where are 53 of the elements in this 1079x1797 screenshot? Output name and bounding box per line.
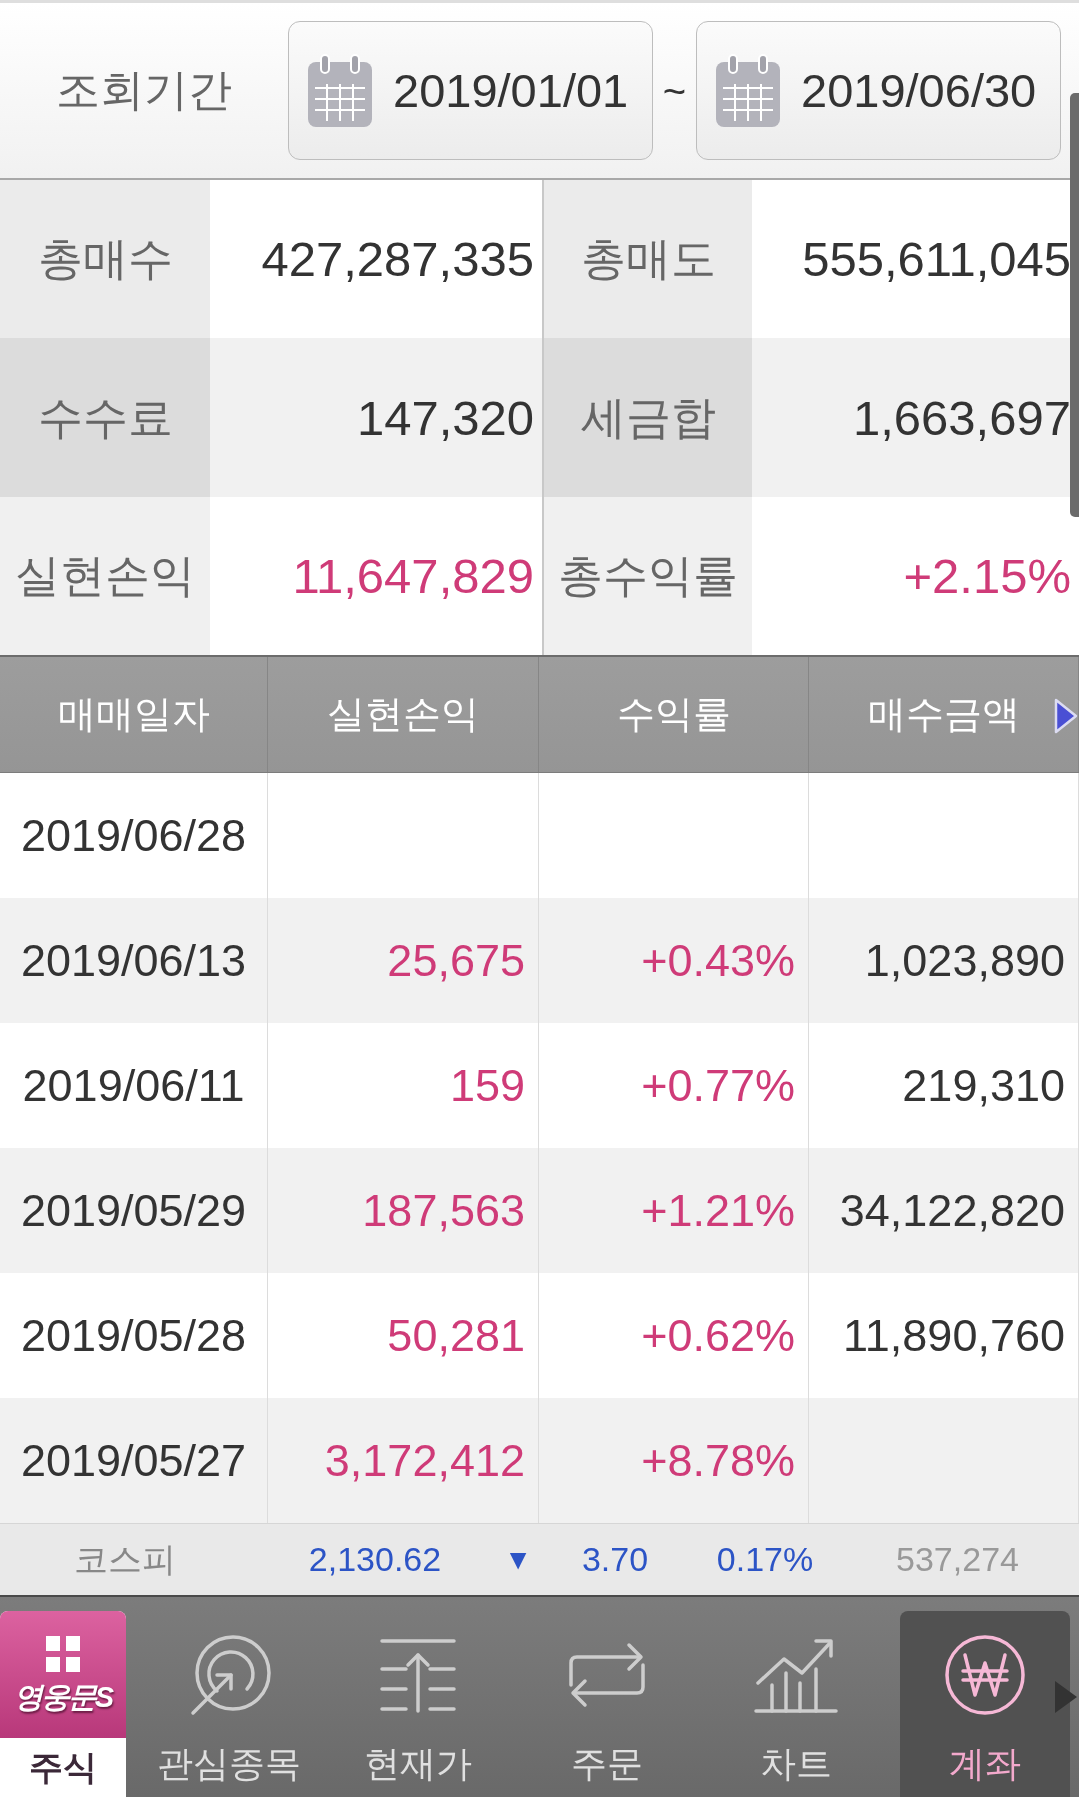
table-cell: +0.62%	[641, 1308, 795, 1363]
table-row[interactable]: 2019/06/13 25,675 +0.43% 1,023,890	[0, 898, 1079, 1023]
grid-icon	[46, 1635, 80, 1672]
summary-label: 세금합	[544, 338, 752, 497]
period-label: 조회기간	[55, 64, 233, 117]
change-direction-arrow: ▼	[503, 1542, 533, 1577]
summary-label: 총매도	[544, 180, 752, 338]
nav-tab[interactable]: 관심종목	[144, 1611, 314, 1797]
table-cell: 1,023,890	[864, 933, 1065, 988]
nav-tab[interactable]: 현재가	[333, 1611, 503, 1797]
start-date-button[interactable]: 2019/01/01	[288, 21, 653, 160]
nav-tab[interactable]: 계좌	[900, 1611, 1070, 1797]
table-row[interactable]: 2019/05/27 3,172,412 +8.78%	[0, 1398, 1079, 1523]
table-cell: 2019/06/11	[22, 1058, 245, 1113]
table-cell: 2019/05/28	[20, 1308, 247, 1363]
table-cell: 50,281	[387, 1308, 525, 1363]
table-cell: +1.21%	[641, 1183, 795, 1238]
table-cell: 2019/06/13	[20, 933, 247, 988]
calendar-icon	[715, 53, 781, 128]
table-cell: 3,172,412	[324, 1433, 525, 1488]
brand-logo-text: 영웅문S	[13, 1681, 113, 1714]
table-cell: 159	[449, 1058, 525, 1113]
summary-label: 총수익률	[544, 497, 752, 655]
table-row[interactable]: 2019/05/29 187,563 +1.21% 34,122,820	[0, 1148, 1079, 1273]
index-change: 3.70	[580, 1539, 650, 1580]
right-arrow-icon[interactable]	[1053, 697, 1079, 735]
table-cell: 219,310	[902, 1058, 1065, 1113]
table-cell: +8.78%	[641, 1433, 795, 1488]
calendar-icon	[307, 53, 373, 128]
right-arrow-icon[interactable]	[1053, 1679, 1079, 1715]
end-date-button[interactable]: 2019/06/30	[696, 21, 1061, 160]
table-cell: 2019/05/27	[20, 1433, 247, 1488]
summary-label: 총매수	[0, 180, 210, 338]
table-cell: 187,563	[362, 1183, 525, 1238]
index-volume: 537,274	[895, 1539, 1020, 1580]
nav-tab[interactable]: 주문	[522, 1611, 692, 1797]
table-cell: 2019/06/28	[20, 808, 247, 863]
nav-tab[interactable]: 차트	[711, 1611, 881, 1797]
table-cell: 34,122,820	[839, 1183, 1065, 1238]
date-range-separator: ~	[661, 67, 688, 115]
table-cell: +0.77%	[641, 1058, 795, 1113]
index-name: 코스피	[73, 1539, 177, 1580]
table-cell: +0.43%	[641, 933, 795, 988]
table-cell: 25,675	[387, 933, 525, 988]
summary-value: 147,320	[210, 338, 542, 497]
stock-menu-button[interactable]: 영웅문S 주식	[0, 1611, 126, 1797]
table-cell: 2019/05/29	[20, 1183, 247, 1238]
table-cell: 11,890,760	[843, 1308, 1065, 1363]
index-change-rate: 0.17%	[715, 1539, 815, 1580]
index-value: 2,130.62	[307, 1539, 443, 1580]
summary-label: 수수료	[0, 338, 210, 497]
summary-label: 실현손익	[0, 497, 210, 655]
won-icon	[943, 1633, 1027, 1717]
